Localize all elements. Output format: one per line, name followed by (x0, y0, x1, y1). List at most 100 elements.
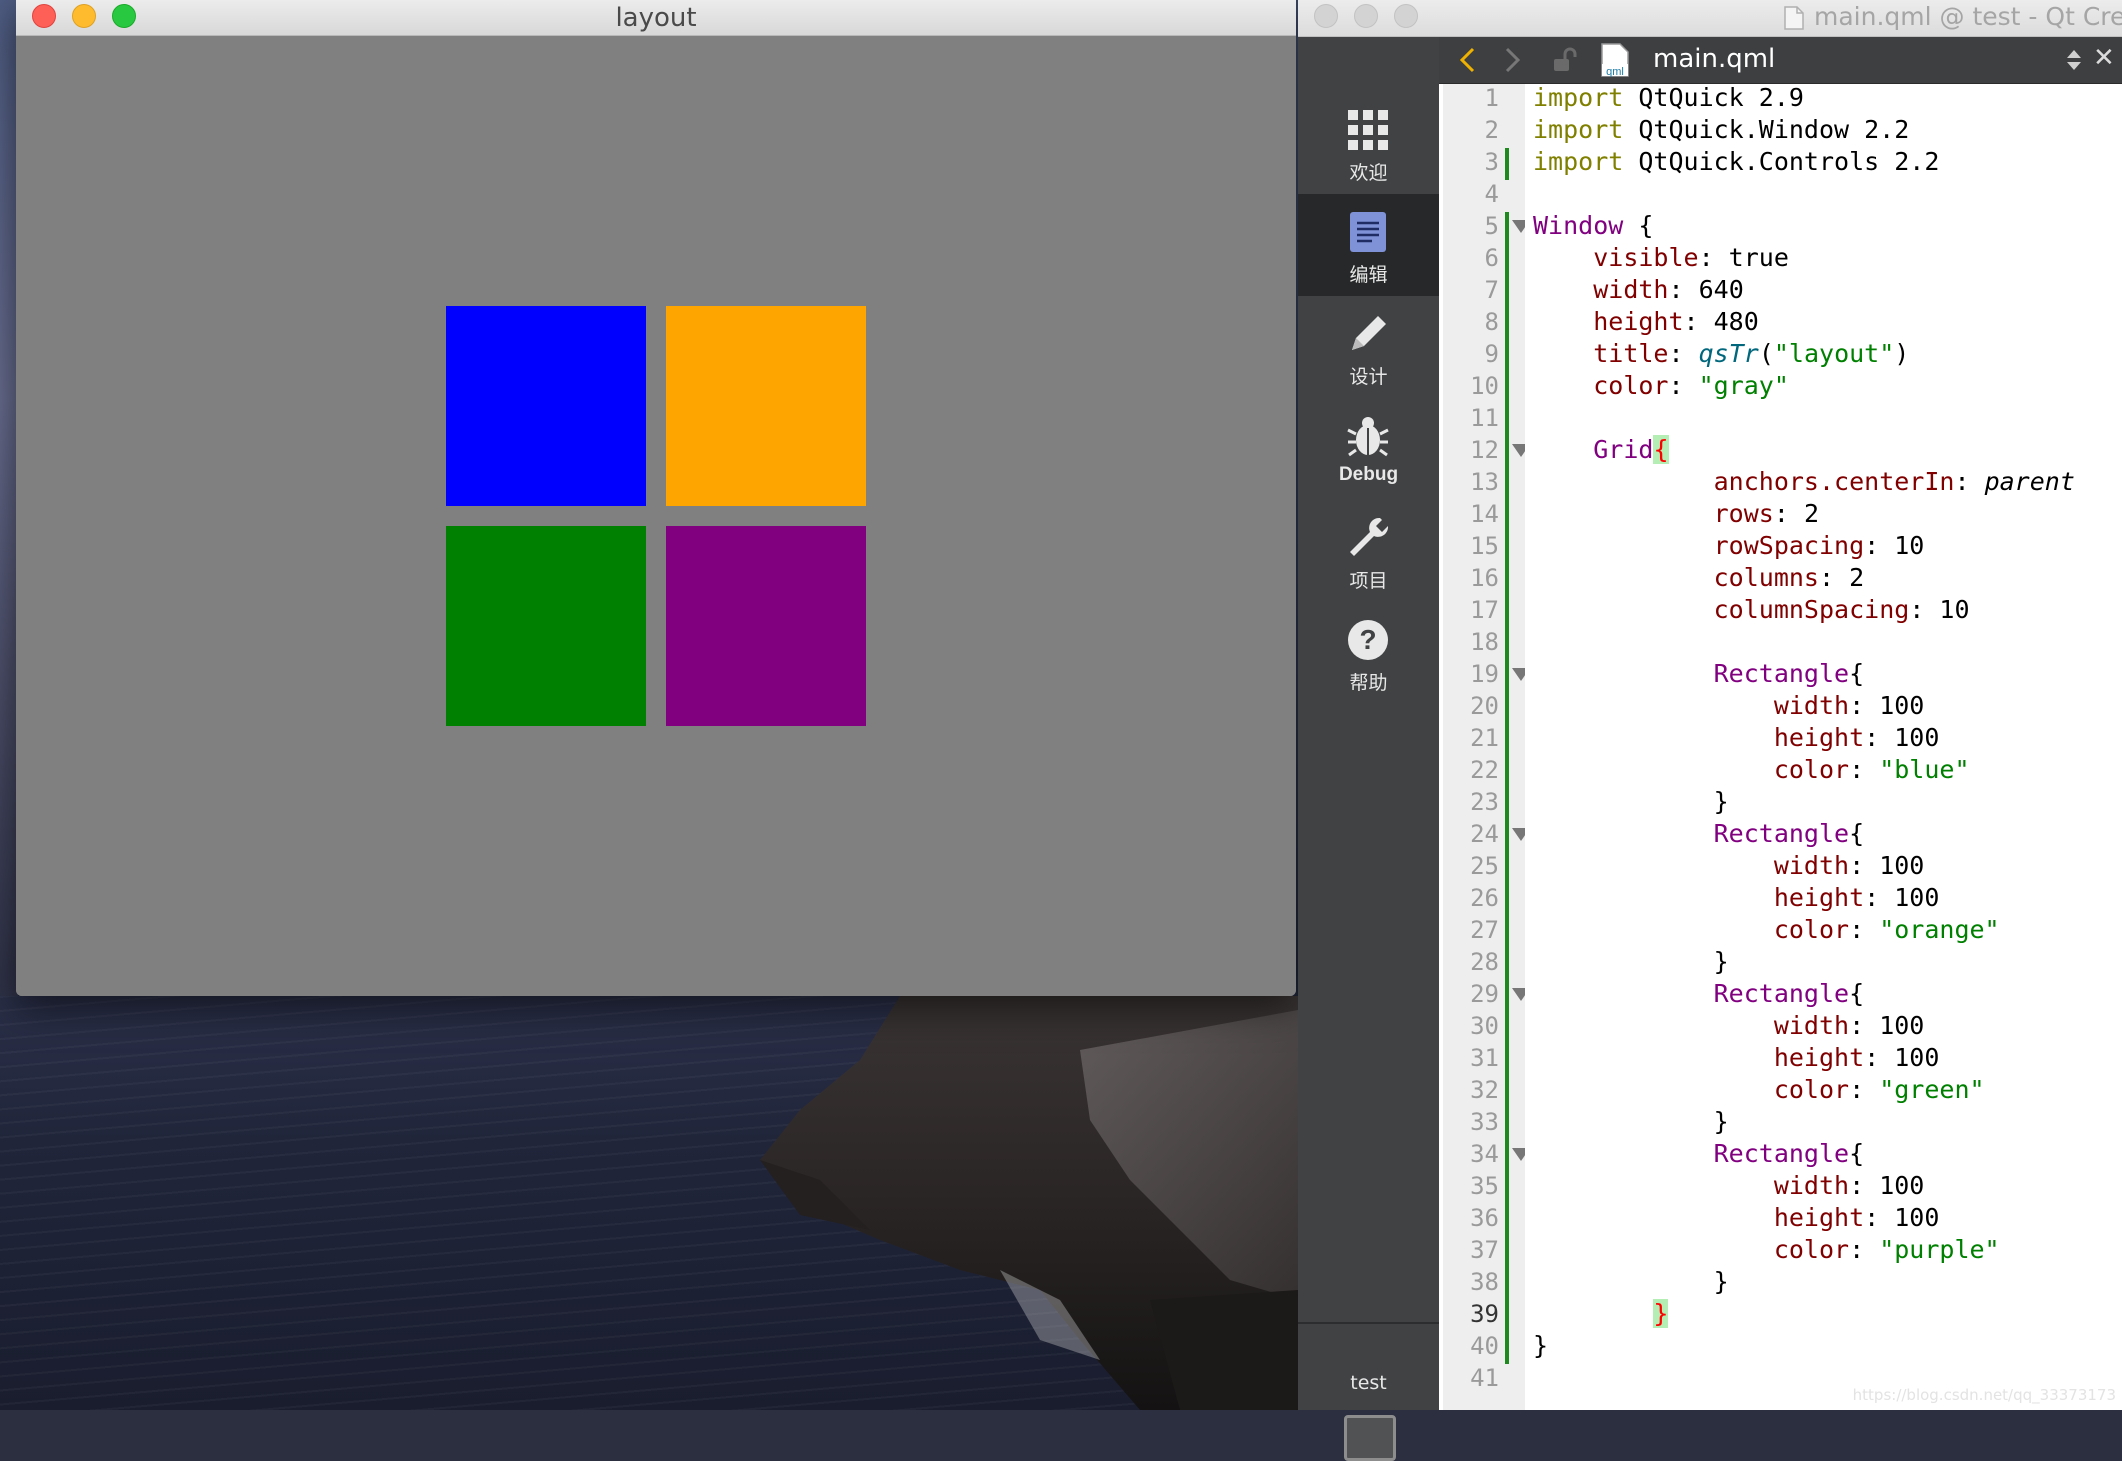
edit-document-icon (1350, 212, 1386, 252)
nav-back-icon[interactable] (1455, 45, 1479, 75)
code-line[interactable]: Rectangle{ (1533, 818, 1865, 850)
code-line[interactable]: width: 100 (1533, 1010, 1925, 1042)
file-switch-updown-icon[interactable] (2065, 45, 2083, 75)
qt-creator-titlebar[interactable]: main.qml @ test - Qt Cre (1298, 0, 2122, 37)
qml-file-icon: qml (1601, 43, 1629, 77)
mode-debug[interactable]: Debug (1298, 398, 1439, 500)
mode-welcome[interactable]: 欢迎 (1298, 92, 1439, 194)
mode-edit[interactable]: 编辑 (1298, 194, 1439, 296)
code-line[interactable]: columnSpacing: 10 (1533, 594, 1970, 626)
line-number: 2 (1484, 116, 1499, 144)
svg-text:?: ? (1359, 624, 1376, 655)
mode-label-debug: Debug (1338, 464, 1399, 485)
code-line[interactable]: } (1533, 1298, 1669, 1330)
qt-creator-window: main.qml @ test - Qt Cre 欢迎 编辑 设计 Debug … (1298, 0, 2122, 1461)
code-line[interactable]: Rectangle{ (1533, 1138, 1865, 1170)
code-line[interactable]: height: 100 (1533, 1042, 1940, 1074)
close-document-icon[interactable]: ✕ (2093, 43, 2115, 73)
unlocked-icon[interactable] (1551, 46, 1579, 74)
code-line[interactable]: height: 100 (1533, 882, 1940, 914)
open-file-name[interactable]: main.qml (1653, 44, 1775, 74)
projects-wrench-icon (1350, 517, 1389, 556)
line-number: 15 (1470, 532, 1499, 560)
line-number: 31 (1470, 1044, 1499, 1072)
line-number: 37 (1470, 1236, 1499, 1264)
line-number: 17 (1470, 596, 1499, 624)
code-line[interactable]: } (1533, 786, 1729, 818)
code-line[interactable]: visible: true (1533, 242, 1789, 274)
mode-help[interactable]: ? 帮助 (1298, 602, 1439, 704)
code-line[interactable]: color: "purple" (1533, 1234, 2000, 1266)
code-line[interactable]: rowSpacing: 10 (1533, 530, 1925, 562)
code-line[interactable]: height: 480 (1533, 306, 1759, 338)
layout-window-titlebar[interactable]: layout (16, 0, 1296, 36)
line-number: 9 (1484, 340, 1499, 368)
line-number: 39 (1470, 1300, 1499, 1328)
line-number: 33 (1470, 1108, 1499, 1136)
debug-bug-icon (1347, 417, 1389, 457)
code-line[interactable]: columns: 2 (1533, 562, 1865, 594)
green-rectangle (446, 526, 646, 726)
line-number: 3 (1484, 148, 1499, 176)
code-line[interactable]: color: "blue" (1533, 754, 1970, 786)
code-line[interactable]: height: 100 (1533, 1202, 1940, 1234)
line-number: 28 (1470, 948, 1499, 976)
code-line[interactable]: Window { (1533, 210, 1653, 242)
line-number: 7 (1484, 276, 1499, 304)
mode-label-welcome: 欢迎 (1349, 162, 1388, 184)
watermark: https://blog.csdn.net/qq_33373173 (1852, 1386, 2116, 1404)
line-number: 32 (1470, 1076, 1499, 1104)
code-line[interactable]: color: "gray" (1533, 370, 1789, 402)
line-number: 20 (1470, 692, 1499, 720)
code-line[interactable]: width: 100 (1533, 1170, 1925, 1202)
welcome-grid-icon (1348, 110, 1388, 150)
line-number: 34 (1470, 1140, 1499, 1168)
line-number: 4 (1484, 180, 1499, 208)
code-line[interactable]: height: 100 (1533, 722, 1940, 754)
nav-forward-icon[interactable] (1501, 45, 1525, 75)
layout-window-content (16, 36, 1296, 996)
code-line[interactable]: import QtQuick.Window 2.2 (1533, 114, 1909, 146)
qt-maximize-button[interactable] (1394, 4, 1418, 28)
line-number: 1 (1484, 84, 1499, 112)
changed-lines-marker (1505, 148, 1509, 180)
code-line[interactable]: color: "green" (1533, 1074, 1985, 1106)
code-line[interactable]: title: qsTr("layout") (1533, 338, 1909, 370)
qt-minimize-button[interactable] (1354, 4, 1378, 28)
line-number: 13 (1470, 468, 1499, 496)
code-line[interactable]: width: 100 (1533, 690, 1925, 722)
line-number: 25 (1470, 852, 1499, 880)
code-text-area[interactable]: import QtQuick 2.9 import QtQuick.Window … (1525, 82, 2122, 1410)
blue-rectangle (446, 306, 646, 506)
mode-bar-separator (1298, 1322, 1439, 1324)
kit-target-selector[interactable] (1344, 1415, 1396, 1461)
code-line[interactable]: Grid{ (1533, 434, 1669, 466)
editor-toolbar: qml main.qml ✕ (1439, 37, 2122, 84)
mode-design[interactable]: 设计 (1298, 296, 1439, 398)
line-number: 38 (1470, 1268, 1499, 1296)
code-line[interactable]: width: 640 (1533, 274, 1744, 306)
code-line[interactable]: Rectangle{ (1533, 978, 1865, 1010)
code-line[interactable]: } (1533, 1266, 1729, 1298)
design-pencil-icon (1352, 316, 1386, 350)
code-line[interactable]: anchors.centerIn: parent (1533, 466, 2075, 498)
code-line[interactable]: } (1533, 1330, 1548, 1362)
code-line[interactable]: } (1533, 946, 1729, 978)
purple-rectangle (666, 526, 866, 726)
line-number: 11 (1470, 404, 1499, 432)
line-number-gutter: 1 2 3 4 5 6 7 8 9 10 11 12 13 14 15 16 17 18 19 20 21 22 23 24 2… (1443, 84, 1530, 1410)
code-editor[interactable]: 1 2 3 4 5 6 7 8 9 10 11 12 13 14 15 16 17 18 19 20 21 22 23 24 2… (1439, 82, 2122, 1410)
code-line[interactable]: } (1533, 1106, 1729, 1138)
qt-close-button[interactable] (1314, 4, 1338, 28)
code-line[interactable]: rows: 2 (1533, 498, 1819, 530)
svg-text:qml: qml (1606, 66, 1624, 77)
code-line[interactable]: width: 100 (1533, 850, 1925, 882)
mode-selector-sidebar: 欢迎 编辑 设计 Debug 项目 ? 帮助 test (1298, 37, 1439, 1461)
code-line[interactable]: color: "orange" (1533, 914, 2000, 946)
code-line[interactable]: import QtQuick 2.9 (1533, 82, 1804, 114)
mode-projects[interactable]: 项目 (1298, 500, 1439, 602)
code-line[interactable]: import QtQuick.Controls 2.2 (1533, 146, 1939, 178)
code-line[interactable]: Rectangle{ (1533, 658, 1865, 690)
mode-label-edit: 编辑 (1349, 264, 1388, 286)
document-icon (1784, 6, 1804, 30)
